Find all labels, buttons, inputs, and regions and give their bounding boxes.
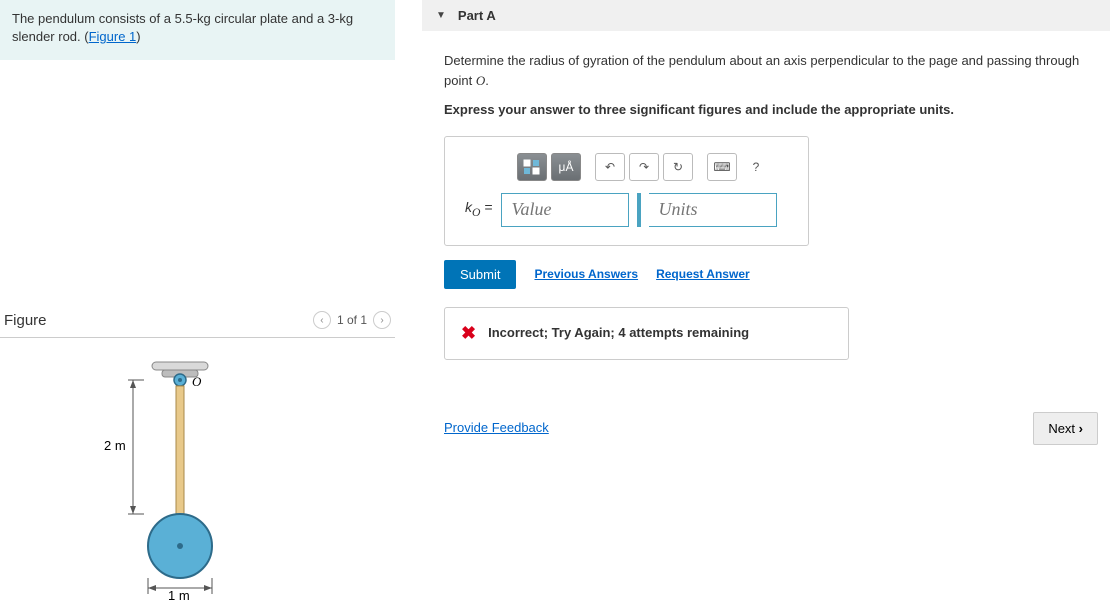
feedback-text: Incorrect; Try Again; 4 attempts remaini… <box>488 323 749 343</box>
units-button[interactable]: μÅ <box>551 153 581 181</box>
request-answer-link[interactable]: Request Answer <box>656 265 750 283</box>
figure-header: Figure ‹ 1 of 1 › <box>0 305 395 338</box>
answer-variable: kO = <box>465 197 493 221</box>
figure-image: O 2 m 1 m <box>0 338 395 606</box>
problem-text-suffix: ) <box>136 29 140 44</box>
keyboard-button[interactable]: ⌨ <box>707 153 737 181</box>
previous-answers-link[interactable]: Previous Answers <box>534 265 638 283</box>
help-button[interactable]: ? <box>741 153 771 181</box>
prompt-text: Determine the radius of gyration of the … <box>444 51 1100 90</box>
problem-text-prefix: The pendulum consists of a 5.5-kg circul… <box>12 11 353 44</box>
chevron-right-icon: › <box>1079 421 1083 436</box>
figure-link[interactable]: Figure 1 <box>89 29 137 44</box>
answer-box: μÅ ↶ ↷ ↻ ⌨ ? kO = <box>444 136 809 246</box>
units-input[interactable] <box>649 193 777 227</box>
reset-button[interactable]: ↻ <box>663 153 693 181</box>
feedback-box: ✖ Incorrect; Try Again; 4 attempts remai… <box>444 307 849 360</box>
figure-title: Figure <box>4 312 313 329</box>
part-label: Part A <box>458 8 496 23</box>
submit-button[interactable]: Submit <box>444 260 516 289</box>
incorrect-icon: ✖ <box>461 320 476 347</box>
figure-next-button[interactable]: › <box>373 311 391 329</box>
figure-counter: 1 of 1 <box>337 313 367 327</box>
templates-icon <box>523 159 541 175</box>
undo-button[interactable]: ↶ <box>595 153 625 181</box>
answer-toolbar: μÅ ↶ ↷ ↻ ⌨ ? <box>517 153 788 181</box>
provide-feedback-link[interactable]: Provide Feedback <box>444 418 549 438</box>
figure-prev-button[interactable]: ‹ <box>313 311 331 329</box>
part-a-header[interactable]: ▼ Part A <box>422 0 1110 31</box>
prompt-instructions: Express your answer to three significant… <box>444 100 1100 120</box>
input-separator <box>637 193 641 227</box>
problem-statement: The pendulum consists of a 5.5-kg circul… <box>0 0 395 60</box>
collapse-icon: ▼ <box>436 10 446 21</box>
value-input[interactable] <box>501 193 629 227</box>
templates-button[interactable] <box>517 153 547 181</box>
dim-plate: 1 m <box>168 588 190 603</box>
dim-rod: 2 m <box>104 438 126 453</box>
redo-button[interactable]: ↷ <box>629 153 659 181</box>
next-button[interactable]: Next › <box>1033 412 1098 445</box>
point-o-label: O <box>192 374 202 389</box>
